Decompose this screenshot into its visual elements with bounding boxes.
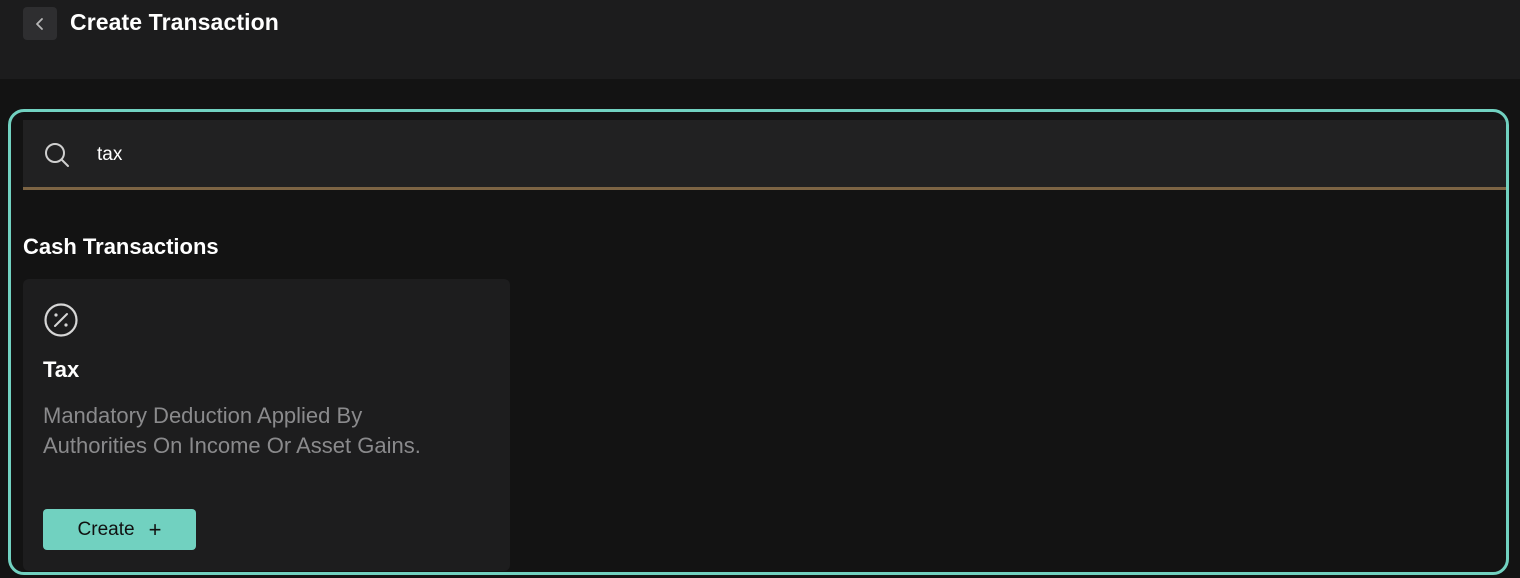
percent-circle-icon (44, 303, 78, 337)
card-title: Tax (43, 357, 80, 382)
plus-icon: + (148, 516, 162, 542)
top-header: Create Transaction (0, 0, 1520, 79)
create-button-label: Create (77, 518, 135, 540)
search-icon (45, 143, 69, 167)
transaction-search-panel: Cash Transactions Tax Mandatory Deductio… (8, 109, 1509, 575)
chevron-left-icon (36, 17, 43, 30)
create-button[interactable]: Create + (43, 509, 196, 550)
section-title: Cash Transactions (23, 234, 219, 259)
search-input[interactable] (97, 138, 1477, 172)
search-bar (23, 120, 1506, 190)
transaction-card-tax: Tax Mandatory Deduction Applied By Autho… (23, 279, 510, 571)
page-title: Create Transaction (70, 9, 279, 35)
back-button[interactable] (23, 7, 57, 40)
card-description: Mandatory Deduction Applied By Authoriti… (43, 403, 421, 458)
